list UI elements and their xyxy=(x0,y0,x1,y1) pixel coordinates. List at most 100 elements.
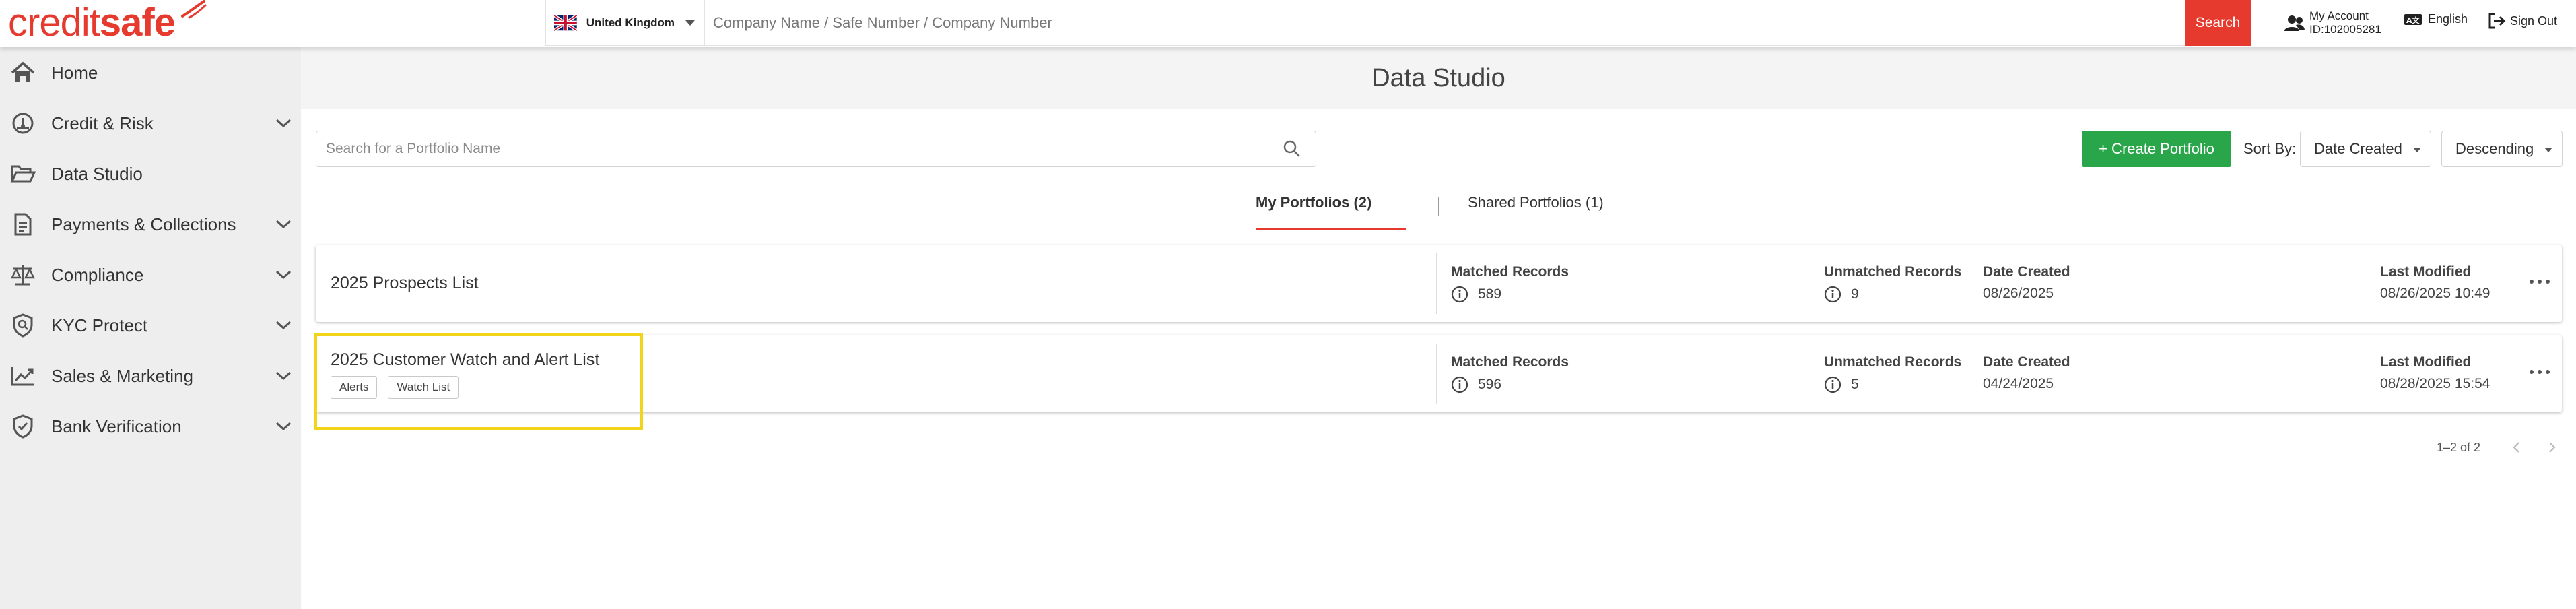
sidebar-item-payments-collections[interactable]: Payments & Collections xyxy=(0,204,301,245)
active-tab-indicator xyxy=(1256,228,1406,230)
page-title: Data Studio xyxy=(1371,63,1505,92)
sort-field-value: Date Created xyxy=(2314,140,2402,157)
sort-order-value: Descending xyxy=(2455,140,2534,157)
sort-by-label: Sort By: xyxy=(2243,140,2297,157)
shield-search-icon xyxy=(9,312,36,339)
logo-text-safe: safe xyxy=(99,0,176,44)
sign-out-label: Sign Out xyxy=(2510,13,2558,28)
sidebar-item-home[interactable]: Home xyxy=(0,53,301,93)
sidebar: Home Credit & Risk Data Studio Payments … xyxy=(0,47,301,609)
sidebar-item-credit-risk[interactable]: Credit & Risk xyxy=(0,103,301,143)
main-content: Data Studio + Create Portfolio Sort By: … xyxy=(301,47,2576,609)
column-divider xyxy=(1436,344,1437,404)
account-label: My Account xyxy=(2309,9,2369,22)
logo-text-credit: credit xyxy=(8,0,100,44)
my-account-link[interactable]: My Account ID:102005281 xyxy=(2284,4,2381,42)
info-icon[interactable] xyxy=(1451,286,1468,303)
portfolio-card[interactable]: 2025 Prospects List Matched Records 589 … xyxy=(316,245,2562,322)
chevron-left-icon[interactable] xyxy=(2509,440,2524,455)
chevron-right-icon[interactable] xyxy=(2544,440,2559,455)
account-id: ID:102005281 xyxy=(2309,23,2381,36)
matched-records-value: 589 xyxy=(1451,286,1501,303)
caret-down-icon xyxy=(2413,148,2421,152)
date-created-value: 08/26/2025 xyxy=(1983,286,2054,301)
tab-shared-portfolios[interactable]: Shared Portfolios (1) xyxy=(1468,194,1604,212)
info-icon[interactable] xyxy=(1824,376,1841,393)
sidebar-item-label: KYC Protect xyxy=(51,315,148,335)
sidebar-item-label: Payments & Collections xyxy=(51,214,236,234)
portfolio-card[interactable]: 2025 Customer Watch and Alert List Alert… xyxy=(316,335,2562,412)
sidebar-item-sales-marketing[interactable]: Sales & Marketing xyxy=(0,356,301,396)
company-search-input[interactable] xyxy=(705,0,2230,45)
title-band: Data Studio xyxy=(301,47,2576,109)
scales-icon xyxy=(9,261,36,288)
sidebar-item-compliance[interactable]: Compliance xyxy=(0,255,301,295)
info-icon[interactable] xyxy=(1824,286,1841,303)
sidebar-item-label: Bank Verification xyxy=(51,416,182,437)
portfolio-search-input[interactable] xyxy=(316,141,1282,157)
top-header: creditsafe United Kingdom Search xyxy=(0,0,2576,47)
chevron-down-icon xyxy=(685,20,695,26)
more-options-icon[interactable] xyxy=(2530,275,2550,288)
portfolio-search-box xyxy=(316,131,1316,167)
unmatched-records-value: 5 xyxy=(1824,376,1859,393)
unmatched-records-label: Unmatched Records xyxy=(1824,264,1962,280)
last-modified-value: 08/26/2025 10:49 xyxy=(2380,286,2490,301)
shield-check-icon xyxy=(9,413,36,440)
date-created-value: 04/24/2025 xyxy=(1983,376,2054,391)
date-created-label: Date Created xyxy=(1983,264,2070,280)
svg-text:A文: A文 xyxy=(2406,15,2420,25)
search-button[interactable]: Search xyxy=(2185,0,2251,46)
unmatched-records-label: Unmatched Records xyxy=(1824,354,1962,370)
last-modified-label: Last Modified xyxy=(2380,264,2472,280)
matched-count: 596 xyxy=(1478,377,1502,392)
column-divider xyxy=(1436,253,1437,314)
sidebar-item-bank-verification[interactable]: Bank Verification xyxy=(0,406,301,447)
language-icon: A文 xyxy=(2404,13,2422,25)
sign-out-icon xyxy=(2488,13,2506,29)
sidebar-item-kyc-protect[interactable]: KYC Protect xyxy=(0,305,301,346)
sort-field-select[interactable]: Date Created xyxy=(2300,131,2431,167)
portfolio-name[interactable]: 2025 Prospects List xyxy=(331,274,479,293)
unmatched-count: 9 xyxy=(1851,286,1859,302)
tab-my-portfolios[interactable]: My Portfolios (2) xyxy=(1256,194,1371,212)
trend-chart-icon xyxy=(9,362,36,389)
chevron-down-icon xyxy=(275,422,292,431)
sidebar-item-label: Sales & Marketing xyxy=(51,365,193,386)
logo-swoosh-icon xyxy=(181,0,207,19)
chevron-down-icon xyxy=(275,371,292,381)
creditsafe-logo[interactable]: credit safe xyxy=(8,0,207,44)
create-portfolio-button[interactable]: + Create Portfolio xyxy=(2082,131,2231,167)
home-icon xyxy=(9,59,36,86)
country-name: United Kingdom xyxy=(586,15,675,29)
gauge-icon xyxy=(9,110,36,137)
pagination-range: 1–2 of 2 xyxy=(2437,441,2481,454)
chevron-down-icon xyxy=(275,270,292,280)
portfolio-tabs: My Portfolios (2) Shared Portfolios (1) xyxy=(301,182,2576,230)
matched-count: 589 xyxy=(1478,286,1502,302)
last-modified-value: 08/28/2025 15:54 xyxy=(2380,376,2490,391)
last-modified-label: Last Modified xyxy=(2380,354,2472,370)
chevron-down-icon xyxy=(275,220,292,229)
more-options-icon[interactable] xyxy=(2530,365,2550,379)
sidebar-item-label: Data Studio xyxy=(51,163,143,184)
matched-records-label: Matched Records xyxy=(1451,264,1569,280)
search-icon[interactable] xyxy=(1282,139,1302,159)
unmatched-records-value: 9 xyxy=(1824,286,1859,303)
sign-out-link[interactable]: Sign Out xyxy=(2487,12,2557,30)
info-icon[interactable] xyxy=(1451,376,1468,393)
unmatched-count: 5 xyxy=(1851,377,1859,392)
country-selector[interactable]: United Kingdom xyxy=(546,0,705,45)
highlight-box xyxy=(314,333,643,430)
chevron-down-icon xyxy=(275,321,292,330)
matched-records-value: 596 xyxy=(1451,376,1501,393)
sidebar-item-data-studio[interactable]: Data Studio xyxy=(0,154,301,194)
company-search-bar: United Kingdom xyxy=(545,0,2231,46)
tab-divider xyxy=(1438,197,1439,216)
document-icon xyxy=(9,211,36,238)
uk-flag-icon xyxy=(554,14,577,31)
language-selector[interactable]: A文 English xyxy=(2404,12,2468,26)
folder-open-icon xyxy=(9,160,36,187)
sidebar-item-label: Credit & Risk xyxy=(51,113,154,133)
sort-order-select[interactable]: Descending xyxy=(2441,131,2563,167)
